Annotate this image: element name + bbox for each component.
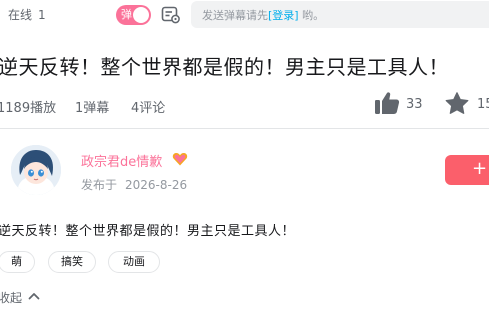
toggle-knob: [133, 7, 149, 23]
danmaku-input[interactable]: 发送弹幕请先[登录] 哟。: [191, 1, 489, 28]
danmaku-toggle-label: 弹: [121, 8, 132, 21]
follow-plus: +: [472, 158, 488, 179]
danmaku-settings-icon[interactable]: [161, 6, 180, 24]
danmaku-input-placeholder: 发送弹幕请先[登录] 哟。: [202, 9, 325, 22]
star-count: 15: [477, 97, 489, 112]
online-indicator: 在线 1: [8, 6, 46, 23]
publish-date-value: 2026-8-26: [125, 178, 188, 192]
divider: [0, 128, 489, 129]
badge-icon: [172, 153, 188, 166]
video-description: 逆天反转！整个世界都是假的！男主只是工具人！: [0, 224, 296, 239]
follow-button[interactable]: +: [445, 155, 489, 185]
online-count: 1: [38, 8, 46, 22]
star-icon[interactable]: [445, 92, 469, 115]
tag-item[interactable]: 萌: [0, 251, 35, 273]
publish-label: 发布于: [81, 178, 118, 192]
chevron-up-icon[interactable]: [27, 289, 41, 303]
like-count: 33: [406, 97, 423, 112]
publish-date: 发布于 2026-8-26: [81, 176, 187, 193]
top-bar: 在线 1 弹 发送弹幕请先[登录] 哟。: [0, 0, 489, 30]
collapse-button[interactable]: 收起: [0, 289, 22, 306]
uploader-name[interactable]: 政宗君de情歉: [81, 151, 162, 170]
play-count: 1189播放: [0, 101, 57, 116]
online-label: 在线: [8, 8, 33, 22]
danmaku-toggle[interactable]: 弹: [116, 5, 151, 25]
video-title: 逆天反转！整个世界都是假的！男主只是工具人！: [0, 55, 449, 79]
like-icon[interactable]: [374, 91, 400, 115]
comment-count[interactable]: 4评论: [131, 97, 165, 116]
avatar-image: [11, 145, 61, 195]
danmaku-count: 1弹幕: [75, 101, 110, 116]
uploader-avatar[interactable]: [11, 145, 61, 195]
login-link[interactable]: [登录]: [268, 9, 299, 22]
tag-item[interactable]: 搞笑: [48, 251, 96, 273]
tag-item[interactable]: 动画: [108, 251, 160, 273]
